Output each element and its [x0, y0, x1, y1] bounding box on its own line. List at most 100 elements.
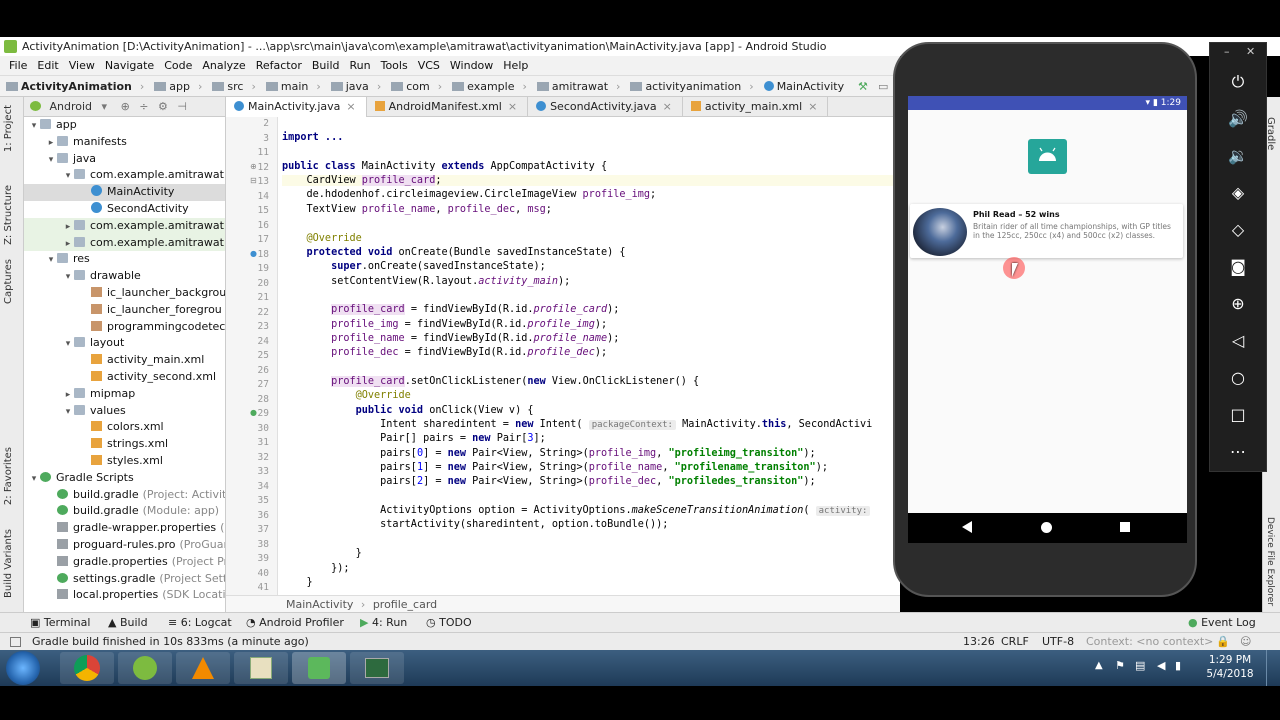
breadcrumb-class[interactable]: MainActivity: [286, 598, 353, 611]
menu-build[interactable]: Build: [307, 56, 345, 75]
tree-item[interactable]: ▾ values: [24, 403, 225, 420]
tool-tab-build[interactable]: ▲ Build: [108, 613, 148, 633]
tool-tab-terminal[interactable]: ▣ Terminal: [30, 613, 90, 633]
code-view[interactable]: import ... public class MainActivity ext…: [282, 117, 900, 595]
tree-item[interactable]: ▾ java: [24, 151, 225, 168]
nav-crumb[interactable]: MainActivity: [777, 76, 844, 97]
volume-up-icon[interactable]: 🔊: [1210, 100, 1266, 137]
tree-item[interactable]: ic_launcher_foregrou: [24, 302, 225, 319]
close-tab-icon[interactable]: ×: [346, 100, 355, 113]
menu-code[interactable]: Code: [159, 56, 197, 75]
tree-item[interactable]: settings.gradle(Project Settin: [24, 571, 225, 588]
tool-tab-project[interactable]: 1: Project: [3, 105, 14, 152]
android-studio-taskbar-button[interactable]: [118, 652, 172, 684]
tree-item[interactable]: local.properties(SDK Location: [24, 587, 225, 604]
tree-item[interactable]: ▾ layout: [24, 335, 225, 352]
tree-item[interactable]: ▸ com.example.amitrawat.a: [24, 217, 225, 236]
menu-run[interactable]: Run: [345, 56, 376, 75]
file-encoding[interactable]: UTF-8: [1042, 633, 1074, 651]
vlc-taskbar-button[interactable]: [176, 652, 230, 684]
lock-icon[interactable]: 🔒: [1216, 633, 1230, 651]
chevron-down-icon[interactable]: ▾: [62, 336, 74, 353]
tree-item[interactable]: ▾ com.example.amitrawat.a: [24, 167, 225, 184]
tree-item[interactable]: activity_main.xml: [24, 352, 225, 369]
menu-vcs[interactable]: VCS: [413, 56, 445, 75]
nav-crumb[interactable]: example: [467, 76, 514, 97]
tree-item[interactable]: ▸ com.example.amitrawat.a: [24, 234, 225, 252]
tree-item[interactable]: programmingcodetec: [24, 319, 225, 336]
tool-tab-favorites[interactable]: 2: Favorites: [3, 447, 14, 505]
tree-item[interactable]: ▾ drawable: [24, 268, 225, 285]
close-tab-icon[interactable]: ×: [808, 100, 817, 113]
breadcrumb-field[interactable]: profile_card: [373, 598, 437, 611]
tree-item[interactable]: gradle-wrapper.properties(G: [24, 520, 225, 537]
tool-tab-structure[interactable]: Z: Structure: [3, 185, 14, 245]
editor-tab[interactable]: AndroidManifest.xml ×: [367, 97, 529, 117]
back-icon[interactable]: [962, 521, 972, 533]
nav-crumb[interactable]: ActivityAnimation: [21, 76, 132, 97]
override-icon[interactable]: ●: [250, 249, 257, 258]
tree-item[interactable]: activity_second.xml: [24, 369, 225, 386]
profile-card[interactable]: Phil Read – 52 wins Britain rider of all…: [910, 204, 1183, 258]
tree-item[interactable]: ▸ manifests: [24, 134, 225, 151]
tree-item[interactable]: ▾ res: [24, 251, 225, 268]
tray-chevron-icon[interactable]: ▲: [1095, 660, 1103, 671]
line-separator[interactable]: CRLF: [1001, 633, 1029, 651]
nav-crumb[interactable]: app: [169, 76, 190, 97]
menu-edit[interactable]: Edit: [32, 56, 63, 75]
menu-navigate[interactable]: Navigate: [100, 56, 159, 75]
nav-crumb[interactable]: activityanimation: [645, 76, 741, 97]
collapse-icon[interactable]: ÷: [139, 100, 148, 113]
chevron-down-icon[interactable]: ▾: [45, 152, 57, 169]
hide-icon[interactable]: ⊣: [177, 100, 187, 113]
tool-tab-event-log[interactable]: ● Event Log: [1188, 613, 1256, 633]
flag-icon[interactable]: ⚑: [1115, 659, 1125, 672]
overview-icon[interactable]: [1120, 522, 1130, 532]
close-tab-icon[interactable]: ×: [663, 100, 672, 113]
chevron-right-icon[interactable]: ▸: [62, 219, 74, 236]
tool-tab-todo[interactable]: ◷ TODO: [426, 613, 472, 633]
tree-item[interactable]: build.gradle (Module: app): [24, 503, 225, 520]
tree-item[interactable]: SecondActivity: [24, 201, 225, 218]
nav-crumb[interactable]: src: [227, 76, 243, 97]
more-icon[interactable]: ⋯: [1210, 433, 1266, 470]
nav-crumb[interactable]: main: [281, 76, 308, 97]
editor-taskbar-button[interactable]: [234, 652, 288, 684]
home-icon[interactable]: [1041, 522, 1052, 533]
toggle-panel-icon[interactable]: [10, 637, 21, 647]
close-icon[interactable]: ✕: [1246, 45, 1255, 58]
power-icon[interactable]: ⏻: [1210, 63, 1266, 100]
tree-item[interactable]: build.gradle (Project: Activity: [24, 487, 225, 504]
tray-clock[interactable]: 1:29 PM 5/4/2018: [1200, 653, 1260, 681]
override-icon[interactable]: ●: [250, 408, 257, 417]
project-view-selector[interactable]: Android: [50, 100, 93, 113]
chevron-down-icon[interactable]: ▾: [28, 471, 40, 488]
tree-item[interactable]: strings.xml: [24, 436, 225, 453]
volume-down-icon[interactable]: 🔉: [1210, 137, 1266, 174]
tree-item[interactable]: ▾ Gradle Scripts: [24, 470, 225, 487]
menu-file[interactable]: File: [0, 56, 32, 75]
minimize-icon[interactable]: –: [1224, 45, 1230, 58]
zoom-icon[interactable]: ⊕: [1210, 285, 1266, 322]
tool-tab-run[interactable]: ▶ 4: Run: [360, 613, 407, 633]
inspector-icon[interactable]: ☺: [1240, 633, 1251, 651]
caret-position[interactable]: 13:26: [963, 633, 995, 651]
nav-crumb[interactable]: amitrawat: [552, 76, 608, 97]
chevron-down-icon[interactable]: ▾: [62, 269, 74, 286]
rotate-right-icon[interactable]: ◇: [1210, 211, 1266, 248]
tree-item[interactable]: gradle.properties(Project Pro: [24, 554, 225, 571]
menu-view[interactable]: View: [64, 56, 100, 75]
tool-tab-build-variants[interactable]: Build Variants: [3, 529, 14, 598]
tree-item[interactable]: MainActivity: [24, 184, 225, 201]
back-icon[interactable]: ◁: [1210, 322, 1266, 359]
show-desktop-button[interactable]: [1266, 650, 1280, 686]
tree-item[interactable]: colors.xml: [24, 419, 225, 436]
editor-tab[interactable]: activity_main.xml ×: [683, 97, 829, 117]
menu-help[interactable]: Help: [498, 56, 533, 75]
menu-refactor[interactable]: Refactor: [251, 56, 307, 75]
speaker-icon[interactable]: ◀: [1157, 659, 1165, 672]
chrome-taskbar-button[interactable]: [60, 652, 114, 684]
tree-item[interactable]: proguard-rules.pro(ProGuard: [24, 537, 225, 554]
close-tab-icon[interactable]: ×: [508, 100, 517, 113]
menu-window[interactable]: Window: [445, 56, 498, 75]
